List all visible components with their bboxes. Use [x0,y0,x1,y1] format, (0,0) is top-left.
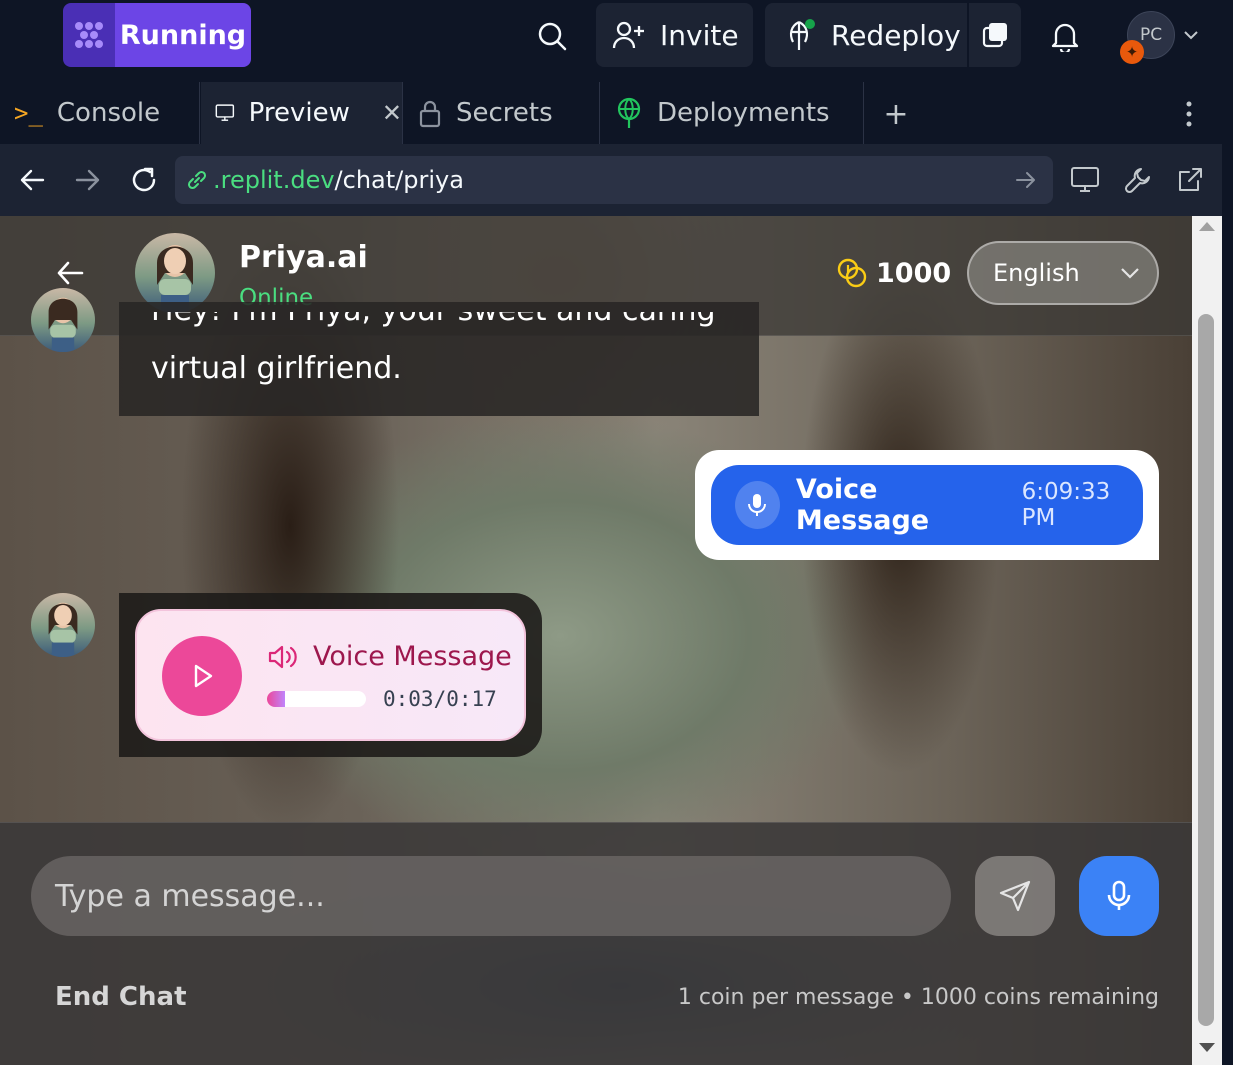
tab-label: Console [56,98,161,128]
link-icon [187,170,207,190]
tab-preview[interactable]: Preview ✕ [201,82,403,144]
lock-icon [419,100,441,128]
browser-toolbar: .replit.dev/chat/priya [0,144,1222,216]
tab-label: Preview [248,98,350,128]
url-field[interactable]: .replit.dev/chat/priya [175,156,1053,204]
redeploy-dropdown-button[interactable] [969,3,1021,67]
voice-message-title: Voice Message [313,641,512,672]
redeploy-label: Redeploy [831,18,961,52]
reload-icon[interactable] [128,164,160,196]
spark-badge-icon: ✦ [1120,40,1144,64]
voice-message-header: Voice Message [267,641,512,672]
more-vertical-icon[interactable] [1174,96,1204,132]
header-overlay [0,216,1192,336]
wrench-icon[interactable] [1121,164,1155,196]
deploy-icon [789,19,815,50]
add-user-icon [612,21,644,49]
tab-deployments[interactable]: Deployments [601,82,864,144]
open-external-icon[interactable] [1173,164,1207,196]
chat-composer: Type a message... End Chat 1 coin per me… [0,822,1192,1065]
url-path: /chat/priya [334,166,464,194]
monitor-icon [215,104,235,121]
avatar [31,593,95,657]
record-voice-button[interactable] [1079,856,1159,936]
tab-console[interactable]: >_ Console [0,82,200,144]
progress-fill [267,691,285,707]
run-label: Running [115,3,251,67]
close-icon[interactable]: ✕ [382,99,402,127]
tab-secrets[interactable]: Secrets [404,82,600,144]
add-tab-icon[interactable]: + [878,96,914,132]
speaker-icon [268,645,297,668]
send-icon [999,880,1031,912]
invite-label: Invite [660,18,739,52]
terminal-icon: >_ [14,99,43,127]
play-button[interactable] [162,636,242,716]
scroll-down-icon[interactable] [1197,1042,1217,1054]
replit-logo-icon [63,3,115,67]
tab-label: Secrets [456,98,553,128]
globe-deploy-icon [617,97,641,128]
send-button[interactable] [975,856,1055,936]
go-arrow-icon[interactable] [1015,171,1037,189]
microphone-icon [735,481,780,529]
url-domain: .replit.dev [213,166,335,194]
coin-info: 1 coin per message • 1000 coins remainin… [677,985,1159,1010]
top-bar: Running Invite Redeploy PC ✦ [0,0,1233,72]
play-icon [194,664,213,688]
device-preview-icon[interactable] [1068,164,1102,196]
workspace-tabs: >_ Console Preview ✕ Secrets Deployments… [0,82,1222,144]
search-icon[interactable] [532,16,572,56]
redeploy-button[interactable]: Redeploy [765,3,967,67]
message-input[interactable]: Type a message... [31,856,951,936]
end-chat-button[interactable]: End Chat [55,982,187,1012]
playback-time: 0:03/0:17 [383,687,497,711]
bell-icon[interactable] [1045,16,1085,56]
sent-voice-message: Voice Message 6:09:33 PM [695,450,1159,560]
tab-label: Deployments [657,98,830,128]
chevron-down-icon[interactable] [1180,24,1202,46]
voice-message-title: Voice Message [795,474,930,536]
received-voice-message: Voice Message 0:03/0:17 [119,593,542,757]
message-timestamp: 6:09:33 PM [1021,479,1111,531]
back-arrow-icon[interactable] [16,164,48,196]
scrollbar-thumb[interactable] [1198,314,1214,1026]
microphone-icon [1107,880,1131,910]
voice-message-bubble[interactable]: Voice Message 6:09:33 PM [711,465,1143,545]
run-button[interactable]: Running [63,3,251,67]
forward-arrow-icon[interactable] [72,164,104,196]
voice-player: Voice Message 0:03/0:17 [135,609,526,741]
playback-progress[interactable] [267,691,366,707]
window-stack-icon [982,23,1007,48]
preview-viewport: Priya.ai Online 1000 English Hey! I'm Pr… [0,216,1192,1065]
invite-button[interactable]: Invite [596,3,753,67]
scrollbar[interactable] [1192,216,1222,1065]
scroll-up-icon[interactable] [1197,220,1217,232]
